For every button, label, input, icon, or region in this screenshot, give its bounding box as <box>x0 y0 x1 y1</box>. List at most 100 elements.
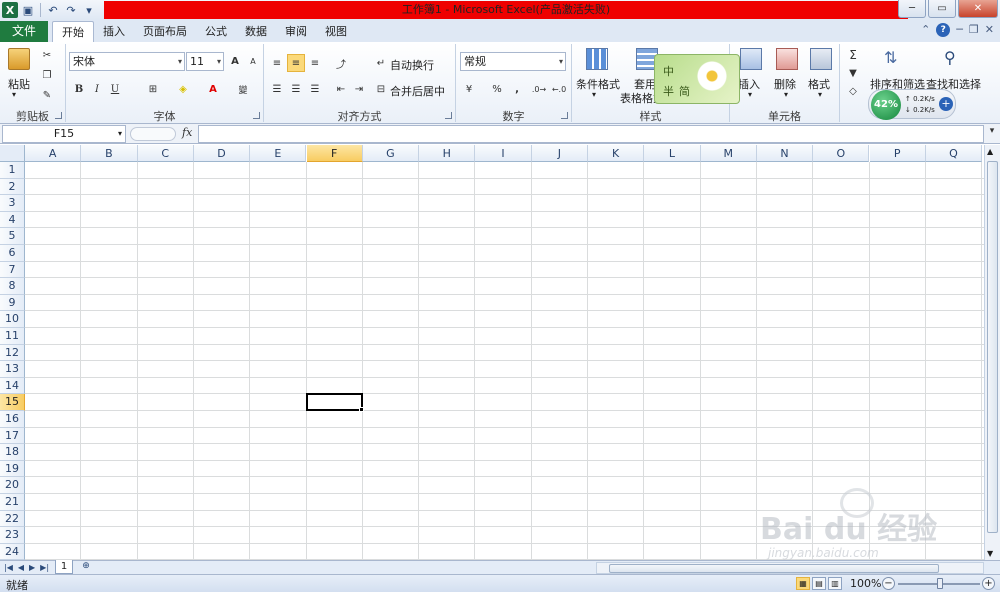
italic-button[interactable]: I <box>88 80 106 98</box>
column-header[interactable]: Q <box>925 145 983 162</box>
delete-cells-icon[interactable] <box>776 48 798 70</box>
number-format-combo[interactable]: 常规 ▾ <box>460 52 566 71</box>
minimize-button[interactable]: ─ <box>898 0 926 18</box>
formula-bar-splitter[interactable] <box>130 127 176 141</box>
clipboard-launcher-icon[interactable] <box>55 112 62 119</box>
fill-handle[interactable] <box>358 406 364 412</box>
alignment-launcher-icon[interactable] <box>445 112 452 119</box>
row-header[interactable]: 2 <box>0 178 25 196</box>
zoom-level[interactable]: 100% <box>850 577 881 590</box>
zoom-slider-thumb[interactable] <box>937 578 943 589</box>
merge-center-button[interactable]: 合并后居中 <box>390 83 445 99</box>
row-header[interactable]: 11 <box>0 328 25 345</box>
new-sheet-icon[interactable]: ⊕ <box>77 561 95 574</box>
shrink-font-button[interactable]: A <box>244 52 262 70</box>
font-launcher-icon[interactable] <box>253 112 260 119</box>
active-cell[interactable] <box>305 393 364 412</box>
column-header[interactable]: B <box>81 145 138 162</box>
cut-icon[interactable]: ✂ <box>38 46 56 64</box>
fill-icon[interactable]: ▼ <box>844 64 862 82</box>
currency-icon[interactable]: ¥ <box>460 80 478 98</box>
grow-font-button[interactable]: A <box>226 52 244 70</box>
row-header[interactable]: 24 <box>0 543 25 560</box>
vertical-scrollbar[interactable]: ▲ ▼ <box>984 145 1000 560</box>
tab-formulas[interactable]: 公式 <box>196 21 236 42</box>
row-header[interactable]: 22 <box>0 510 25 528</box>
percent-button[interactable]: % <box>488 80 506 98</box>
column-header[interactable]: H <box>419 145 476 162</box>
plus-icon[interactable]: + <box>939 97 953 111</box>
autosum-button[interactable]: Σ <box>844 46 862 64</box>
conditional-format-icon[interactable] <box>586 48 608 70</box>
tab-file[interactable]: 文件 <box>0 21 48 42</box>
row-header[interactable]: 15 <box>0 394 25 411</box>
row-header[interactable]: 19 <box>0 460 25 478</box>
doc-close-icon[interactable]: ✕ <box>985 23 994 37</box>
underline-button[interactable]: U <box>106 80 124 98</box>
copy-icon[interactable]: ❐ <box>38 66 56 84</box>
tab-data[interactable]: 数据 <box>236 21 276 42</box>
row-header[interactable]: 1 <box>0 162 25 179</box>
customize-icon[interactable]: ▾ <box>81 2 97 18</box>
column-header[interactable]: O <box>813 145 870 162</box>
row-header[interactable]: 9 <box>0 294 25 312</box>
row-header[interactable]: 8 <box>0 278 25 295</box>
row-header[interactable]: 18 <box>0 444 25 461</box>
decrease-decimal-icon[interactable]: ←.0 <box>550 80 568 98</box>
zoom-out-icon[interactable]: − <box>882 577 895 590</box>
tab-page-layout[interactable]: 页面布局 <box>134 21 196 42</box>
column-header[interactable]: P <box>869 145 926 162</box>
column-header[interactable]: A <box>25 145 82 162</box>
column-header[interactable]: F <box>306 145 363 162</box>
row-header[interactable]: 4 <box>0 211 25 229</box>
column-header[interactable]: M <box>700 145 757 162</box>
column-header[interactable]: N <box>756 145 814 162</box>
sheet-tab[interactable]: 1 <box>55 560 73 574</box>
column-header[interactable]: C <box>137 145 194 162</box>
clear-icon[interactable]: ◇ <box>844 82 862 100</box>
row-header[interactable]: 7 <box>0 261 25 279</box>
scroll-up-icon[interactable]: ▲ <box>987 147 993 156</box>
select-all-corner[interactable] <box>0 145 25 162</box>
middle-align-icon[interactable]: ≡ <box>287 54 305 72</box>
row-header[interactable]: 12 <box>0 344 25 362</box>
formula-input[interactable] <box>198 125 984 143</box>
column-header[interactable]: G <box>362 145 420 162</box>
help-icon[interactable]: ? <box>936 23 951 37</box>
number-launcher-icon[interactable] <box>561 112 568 119</box>
scroll-down-icon[interactable]: ▼ <box>987 549 993 558</box>
page-break-view-icon[interactable]: ▥ <box>828 577 842 590</box>
next-sheet-icon[interactable]: ▶ <box>29 561 35 574</box>
bold-button[interactable]: B <box>70 80 88 98</box>
row-header[interactable]: 5 <box>0 228 25 245</box>
paste-dropdown-icon[interactable]: ▾ <box>12 90 16 99</box>
wrap-text-icon[interactable]: ↵ <box>372 54 390 72</box>
ime-widget[interactable]: 中 半 简 <box>654 54 740 104</box>
align-left-icon[interactable]: ☰ <box>268 80 286 98</box>
tab-view[interactable]: 视图 <box>316 21 356 42</box>
tab-home[interactable]: 开始 <box>52 21 94 42</box>
undo-icon[interactable]: ↶ <box>45 2 61 18</box>
close-button[interactable]: ✕ <box>958 0 998 18</box>
normal-view-icon[interactable]: ▦ <box>796 577 810 590</box>
paste-icon[interactable] <box>8 48 30 70</box>
align-right-icon[interactable]: ☰ <box>306 80 324 98</box>
insert-function-button[interactable]: fx <box>182 126 192 139</box>
border-icon[interactable]: ⊞ <box>144 80 162 98</box>
font-color-icon[interactable]: A <box>204 80 222 98</box>
page-layout-view-icon[interactable]: ▤ <box>812 577 826 590</box>
redo-icon[interactable]: ↷ <box>63 2 79 18</box>
column-header[interactable]: J <box>531 145 588 162</box>
prev-sheet-icon[interactable]: ◀ <box>18 561 24 574</box>
phonetic-button[interactable]: 變 <box>234 80 252 98</box>
maximize-button[interactable]: ▭ <box>928 0 956 18</box>
bottom-align-icon[interactable]: ≡ <box>306 54 324 72</box>
format-cells-icon[interactable] <box>810 48 832 70</box>
row-header[interactable]: 10 <box>0 311 25 328</box>
expand-formula-bar-icon[interactable]: ▾ <box>986 126 998 142</box>
conditional-format-button[interactable]: 条件格式 <box>574 76 622 92</box>
top-align-icon[interactable]: ≡ <box>268 54 286 72</box>
comma-button[interactable]: , <box>508 80 526 98</box>
row-header[interactable]: 3 <box>0 195 25 212</box>
row-header[interactable]: 23 <box>0 527 25 544</box>
